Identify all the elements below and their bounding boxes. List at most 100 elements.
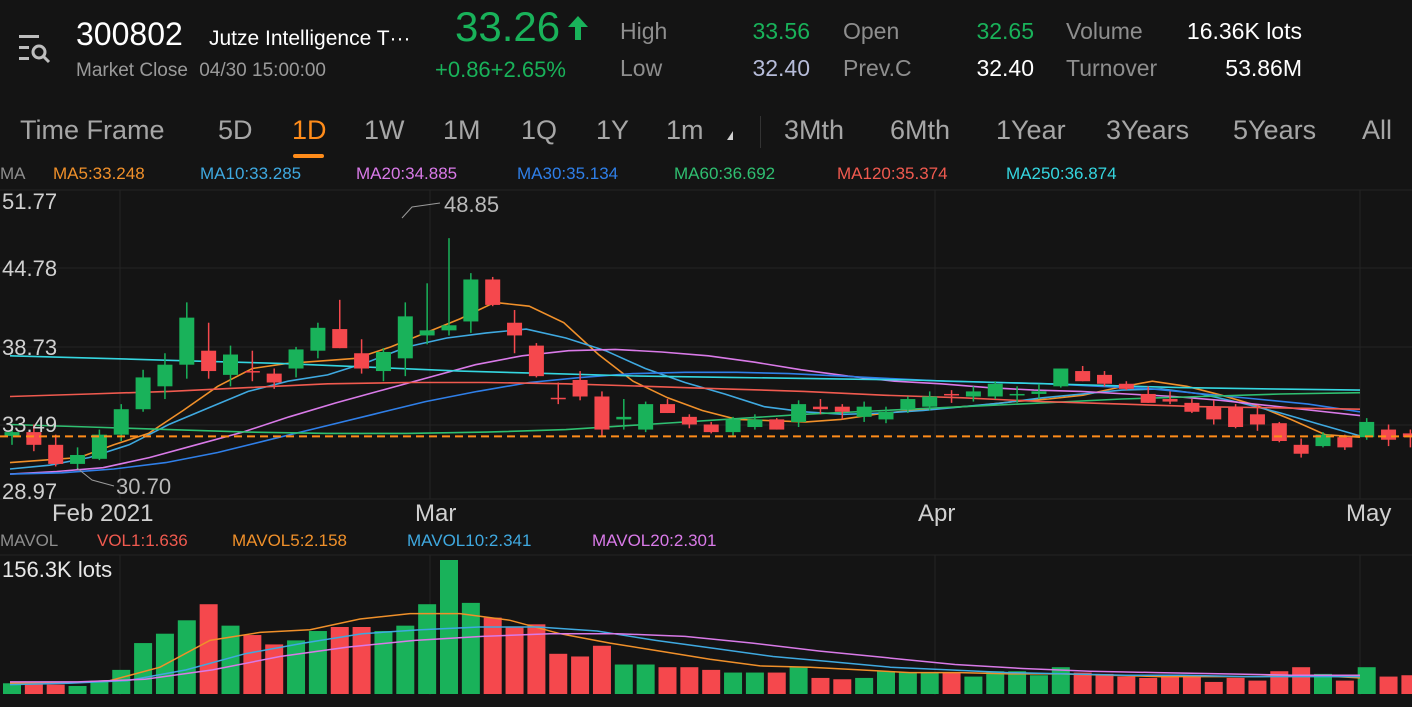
candle-body bbox=[375, 351, 391, 372]
candle-body bbox=[1359, 421, 1375, 438]
volume-bar bbox=[352, 627, 371, 694]
candle-body bbox=[1140, 393, 1156, 403]
candle-body bbox=[1097, 374, 1112, 384]
volume-bar bbox=[1095, 673, 1114, 694]
candle-body bbox=[572, 379, 588, 397]
candle-body bbox=[1162, 399, 1178, 402]
candle-body bbox=[791, 404, 807, 422]
volume-bar bbox=[112, 669, 131, 694]
volume-bar bbox=[1357, 667, 1376, 694]
volume-bar bbox=[1292, 667, 1311, 694]
volume-bar bbox=[877, 671, 895, 694]
volume-bar bbox=[483, 617, 502, 694]
high-leader-line bbox=[401, 202, 441, 219]
candle-body bbox=[397, 316, 413, 359]
candle-body bbox=[922, 396, 938, 407]
candle-body bbox=[223, 354, 238, 375]
volume-bar bbox=[1051, 667, 1070, 694]
volume-bar bbox=[396, 625, 415, 694]
volume-bar bbox=[789, 667, 808, 694]
volume-bar bbox=[658, 667, 677, 694]
volume-bar bbox=[199, 604, 218, 694]
candle-body bbox=[288, 349, 304, 369]
volume-axis-max: 156.3K lots bbox=[2, 557, 113, 582]
x-axis-label: Apr bbox=[918, 500, 956, 527]
volume-bar bbox=[964, 676, 983, 694]
price-axis-label: 28.97 bbox=[2, 479, 58, 504]
candle-body bbox=[113, 409, 129, 435]
volume-bar bbox=[855, 677, 874, 694]
high-price-annotation: 48.85 bbox=[444, 192, 500, 217]
volume-bar bbox=[46, 684, 65, 694]
candle-body bbox=[965, 391, 981, 397]
candle-body bbox=[1184, 402, 1200, 412]
candle-body bbox=[70, 455, 86, 464]
candle-body bbox=[550, 397, 566, 400]
candle-body bbox=[441, 325, 457, 331]
candle-body bbox=[48, 444, 64, 464]
candle-body bbox=[91, 434, 107, 459]
candle-body bbox=[834, 406, 850, 412]
candle-body bbox=[769, 419, 785, 430]
candle-body bbox=[660, 404, 675, 414]
volume-bar bbox=[811, 677, 830, 694]
volume-bar bbox=[134, 643, 153, 694]
ma-line-ma60 bbox=[9, 391, 1361, 435]
candle-body bbox=[1053, 368, 1069, 387]
volume-bar bbox=[745, 672, 764, 694]
volume-bar bbox=[680, 667, 699, 694]
price-volume-chart[interactable] bbox=[0, 0, 1412, 707]
candle-body bbox=[856, 406, 872, 417]
candle-body bbox=[1271, 423, 1287, 442]
volume-bar bbox=[243, 635, 262, 694]
volume-bar bbox=[724, 672, 743, 694]
volume-bar bbox=[505, 627, 524, 694]
candle-body bbox=[725, 419, 741, 433]
volume-bar bbox=[833, 679, 852, 694]
candle-body bbox=[681, 416, 697, 425]
candle-body bbox=[1228, 406, 1244, 428]
volume-bar bbox=[1379, 676, 1398, 694]
volume-bar bbox=[1029, 675, 1048, 694]
candle-body bbox=[157, 364, 173, 387]
candle-body bbox=[1337, 437, 1353, 448]
volume-bar bbox=[592, 645, 611, 694]
mavol10-legend: MAVOL10:2.341 bbox=[407, 531, 532, 550]
candle-body bbox=[485, 279, 501, 305]
volume-bar bbox=[898, 672, 917, 694]
candle-body bbox=[703, 424, 719, 433]
candle-body bbox=[944, 393, 960, 396]
candle-body bbox=[878, 411, 894, 420]
volume-bar bbox=[1073, 672, 1092, 694]
x-axis-label: Mar bbox=[415, 500, 457, 527]
candle-body bbox=[463, 279, 479, 322]
volume-bar bbox=[1401, 675, 1412, 694]
volume-bar bbox=[986, 671, 1005, 694]
mavol-label: MAVOL bbox=[0, 531, 59, 550]
candle-body bbox=[1249, 414, 1265, 425]
candle-body bbox=[135, 377, 151, 410]
volume-bar bbox=[418, 604, 437, 694]
volume-bar bbox=[374, 631, 393, 694]
mavol20-legend: MAVOL20:2.301 bbox=[592, 531, 717, 550]
x-axis-label: May bbox=[1346, 500, 1392, 527]
candle-body bbox=[1293, 444, 1309, 454]
volume-bar bbox=[942, 672, 961, 694]
x-axis-label: Feb 2021 bbox=[52, 500, 154, 527]
volume-bar bbox=[920, 672, 939, 694]
volume-bar bbox=[1161, 675, 1180, 694]
volume-bar bbox=[614, 664, 633, 694]
price-axis-label: 44.78 bbox=[2, 256, 58, 281]
candle-body bbox=[1031, 391, 1047, 394]
volume-bar bbox=[68, 685, 87, 694]
volume-bar bbox=[767, 672, 786, 694]
volume-bar bbox=[287, 640, 306, 694]
volume-bar bbox=[1248, 680, 1267, 694]
volume-bar bbox=[571, 656, 590, 694]
candle-body bbox=[1075, 371, 1091, 382]
volume-bar bbox=[265, 644, 284, 694]
volume-bar bbox=[1117, 676, 1136, 694]
candle-body bbox=[1118, 383, 1134, 389]
candle-body bbox=[616, 416, 632, 420]
candle-body bbox=[419, 330, 435, 336]
